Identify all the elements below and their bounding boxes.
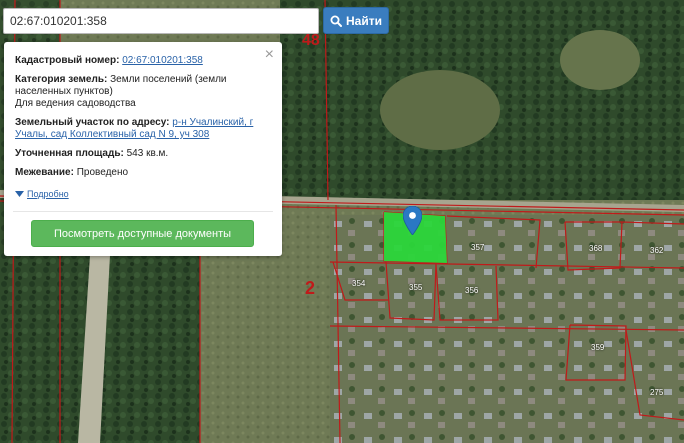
search-button-label: Найти [346, 13, 382, 28]
plot-label-354: 354 [352, 279, 366, 288]
plot-label-359: 359 [591, 343, 605, 352]
search-icon [330, 15, 342, 27]
plot-label-368: 368 [589, 244, 603, 253]
address-row: Земельный участок по адресу: р-н Учалинс… [15, 117, 271, 141]
area-value: 543 кв.м. [126, 148, 169, 159]
area-row: Уточненная площадь: 543 кв.м. [15, 148, 271, 160]
plot-label-357: 357 [471, 243, 485, 252]
search-button[interactable]: Найти [323, 7, 389, 34]
cadastral-number-row: Кадастровый номер: 02:67:010201:358 [15, 55, 271, 67]
address-label: Земельный участок по адресу: [15, 117, 170, 128]
block-label-48: 48 [302, 32, 320, 49]
plot-label-355: 355 [409, 283, 423, 292]
map-marker-icon[interactable] [403, 206, 422, 235]
cadastral-number-label: Кадастровый номер: [15, 55, 120, 66]
caret-down-icon [15, 190, 24, 197]
search-input[interactable] [3, 8, 319, 34]
land-category-row: Категория земель: Земли поселений (земли… [15, 74, 271, 110]
close-icon[interactable]: × [265, 47, 274, 63]
survey-label: Межевание: [15, 167, 74, 178]
land-category-label: Категория земель: [15, 74, 108, 85]
popup-divider [13, 211, 273, 212]
plot-label-275: 275 [650, 388, 664, 397]
survey-value: Проведено [76, 167, 129, 178]
area-label: Уточненная площадь: [15, 148, 124, 159]
cadastral-number-link[interactable]: 02:67:010201:358 [122, 55, 203, 66]
details-toggle[interactable]: Подробно [15, 188, 271, 200]
block-label-2: 2 [305, 278, 316, 298]
plot-label-356: 356 [465, 286, 479, 295]
parcel-info-popup: × Кадастровый номер: 02:67:010201:358 Ка… [4, 42, 282, 256]
land-purpose-value: Для ведения садоводства [15, 98, 136, 109]
details-label: Подробно [27, 189, 69, 199]
survey-row: Межевание: Проведено [15, 167, 271, 179]
view-documents-button[interactable]: Посмотреть доступные документы [31, 220, 254, 247]
plot-label-362: 362 [650, 246, 664, 255]
